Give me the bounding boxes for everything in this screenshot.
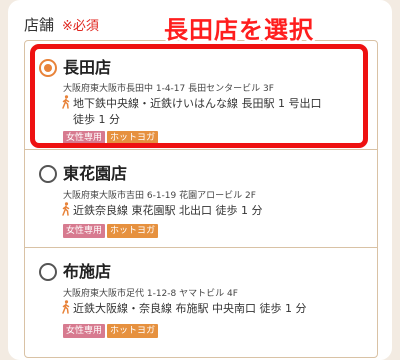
access-text: 近鉄大阪線・奈良線 布施駅 中央南口 徒歩 1 分 bbox=[73, 302, 307, 315]
store-access: 近鉄奈良線 東花園駅 北出口 徒歩 1 分 bbox=[61, 202, 262, 219]
store-tags: 女性専用 ホットヨガ bbox=[63, 131, 159, 145]
tag-hot-yoga: ホットヨガ bbox=[107, 131, 159, 145]
tag-women-only: 女性専用 bbox=[63, 224, 106, 238]
radio-fuse[interactable] bbox=[39, 263, 57, 281]
radio-higashi-hanazono[interactable] bbox=[39, 165, 57, 183]
store-tags: 女性専用 ホットヨガ bbox=[63, 224, 159, 238]
store-option-higashi-hanazono[interactable]: 東花園店 大阪府東大阪市吉田 6-1-19 花園アロービル 2F 近鉄奈良線 東… bbox=[25, 149, 377, 247]
store-option-nagata[interactable]: 長田店 大阪府東大阪市長田中 1-4-17 長田センタービル 3F 地下鉄中央線… bbox=[25, 41, 377, 149]
required-mark: ※必須 bbox=[62, 19, 99, 34]
field-label: 店舗 bbox=[24, 16, 55, 34]
store-address: 大阪府東大阪市吉田 6-1-19 花園アロービル 2F bbox=[63, 191, 256, 201]
field-header: 店舗 ※必須 bbox=[24, 14, 99, 36]
store-access: 近鉄大阪線・奈良線 布施駅 中央南口 徒歩 1 分 bbox=[61, 300, 306, 317]
store-tags: 女性専用 ホットヨガ bbox=[63, 324, 159, 338]
store-address: 大阪府東大阪市足代 1-12-8 ヤマトビル 4F bbox=[63, 289, 238, 299]
tag-women-only: 女性専用 bbox=[63, 131, 106, 145]
access-text: 地下鉄中央線・近鉄けいはんな線 長田駅 1 号出口 bbox=[73, 97, 322, 110]
walking-person-icon bbox=[62, 202, 70, 216]
store-select-panel: 店舗 ※必須 長田店 大阪府東大阪市長田中 1-4-17 長田センタービル 3F… bbox=[8, 0, 392, 360]
access-text-walk: 徒歩 1 分 bbox=[73, 113, 120, 126]
tag-hot-yoga: ホットヨガ bbox=[107, 324, 159, 338]
walking-person-icon bbox=[62, 95, 70, 109]
tag-women-only: 女性専用 bbox=[63, 324, 106, 338]
tag-hot-yoga: ホットヨガ bbox=[107, 224, 159, 238]
store-address: 大阪府東大阪市長田中 1-4-17 長田センタービル 3F bbox=[63, 84, 274, 94]
store-option-fuse[interactable]: 布施店 大阪府東大阪市足代 1-12-8 ヤマトビル 4F 近鉄大阪線・奈良線 … bbox=[25, 247, 377, 357]
annotation-caption: 長田店を選択 bbox=[164, 16, 314, 44]
store-radio-list: 長田店 大阪府東大阪市長田中 1-4-17 長田センタービル 3F 地下鉄中央線… bbox=[24, 40, 378, 358]
store-name: 長田店 bbox=[63, 58, 112, 77]
walking-person-icon bbox=[62, 300, 70, 314]
store-name: 布施店 bbox=[63, 262, 112, 281]
store-access: 地下鉄中央線・近鉄けいはんな線 長田駅 1 号出口 徒歩 1 分 bbox=[61, 95, 322, 128]
store-name: 東花園店 bbox=[63, 164, 128, 183]
access-text: 近鉄奈良線 東花園駅 北出口 徒歩 1 分 bbox=[73, 204, 263, 217]
radio-nagata[interactable] bbox=[39, 59, 57, 77]
